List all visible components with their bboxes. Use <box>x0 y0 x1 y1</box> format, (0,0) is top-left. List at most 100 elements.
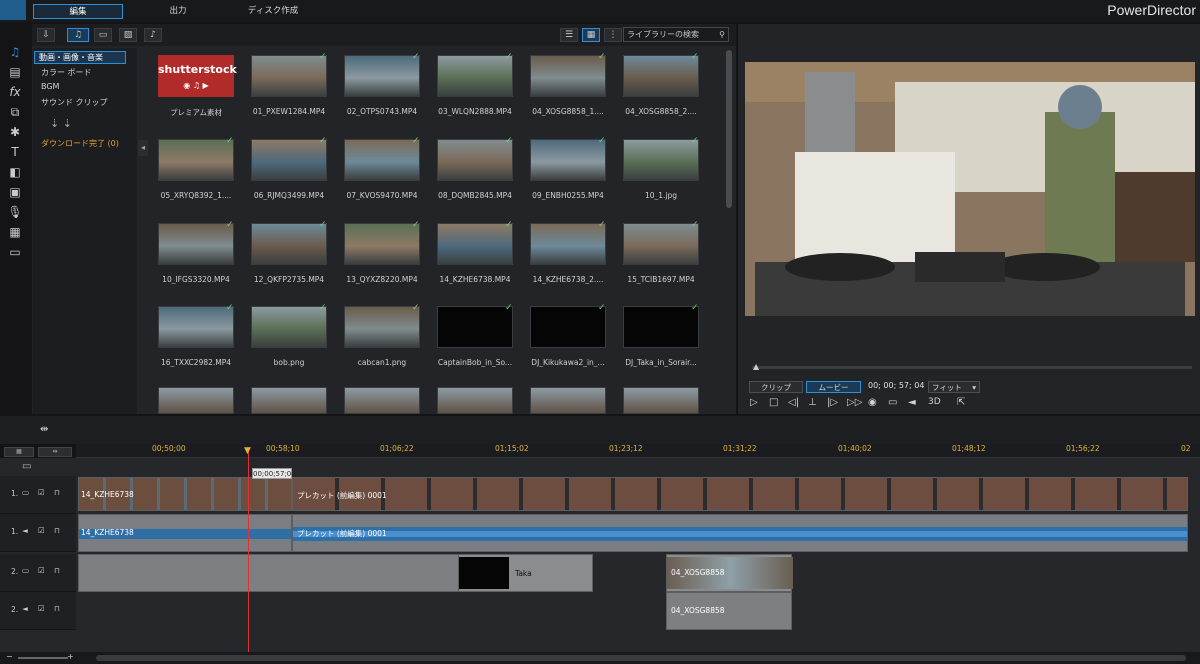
media-thumbnail[interactable] <box>623 306 699 348</box>
timeline-scrollbar[interactable] <box>96 655 1186 661</box>
media-thumbnail[interactable] <box>437 223 513 265</box>
category-media[interactable]: 動画・画像・音楽 <box>34 51 126 64</box>
track-lock-icon[interactable]: ⊓ <box>54 488 60 497</box>
media-thumbnail[interactable] <box>530 223 606 265</box>
zoom-out-icon[interactable]: − <box>6 652 13 661</box>
title-icon[interactable]: T <box>6 144 24 160</box>
media-thumbnail[interactable] <box>251 306 327 348</box>
media-thumbnail[interactable] <box>158 306 234 348</box>
list-view-icon[interactable]: ☰ <box>560 28 578 42</box>
media-thumbnail[interactable] <box>623 223 699 265</box>
track-lock-icon[interactable]: ⊓ <box>54 604 60 613</box>
filter-image-icon[interactable]: ▧ <box>119 28 137 42</box>
audio-clip-a1b[interactable]: プレカット (前編集) 0001 <box>292 514 1188 552</box>
media-thumbnail[interactable] <box>437 387 513 414</box>
media-thumbnail[interactable] <box>530 306 606 348</box>
media-room-icon[interactable]: ♫ <box>6 44 24 60</box>
category-colorboard[interactable]: カラー ボード <box>41 67 92 78</box>
media-thumbnail[interactable] <box>251 387 327 414</box>
media-thumbnail[interactable]: shutterstock ◉ ♫ ▶ <box>158 55 237 97</box>
video-clip-taka[interactable]: Taka <box>458 554 593 592</box>
media-thumbnail[interactable] <box>251 55 327 97</box>
snapshot-icon[interactable]: ◉ <box>868 397 877 408</box>
collapse-panel-icon[interactable]: ◂ <box>138 140 148 156</box>
subtitle-preview-icon[interactable]: ▭ <box>888 397 897 408</box>
particle-icon[interactable]: ✱ <box>6 124 24 140</box>
prev-frame-icon[interactable]: ◁| <box>788 397 799 408</box>
media-thumbnail[interactable] <box>530 387 606 414</box>
library-search-input[interactable]: ライブラリーの検索 ⚲ <box>623 27 729 42</box>
track-lock-icon[interactable]: ⊓ <box>54 526 60 535</box>
filter-video-icon[interactable]: ▭ <box>94 28 112 42</box>
category-sound-clip[interactable]: サウンド クリップ <box>41 97 108 108</box>
preview-seekbar[interactable] <box>752 366 1192 369</box>
media-thumbnail[interactable] <box>344 223 420 265</box>
transition-icon[interactable]: ◧ <box>6 164 24 180</box>
media-thumbnail[interactable] <box>530 55 606 97</box>
tab-edit[interactable]: 編集 <box>33 4 123 19</box>
fx-icon[interactable]: fx <box>6 84 24 100</box>
category-bgm[interactable]: BGM <box>41 82 59 91</box>
media-filter-all-icon[interactable]: ♫ <box>67 28 89 42</box>
track-enable-checkbox[interactable]: ☑ <box>38 604 45 613</box>
import-icon[interactable]: ⇩ <box>37 28 55 42</box>
video-clip-v1a[interactable]: 14_KZHE6738 <box>78 477 292 511</box>
movie-mode-button[interactable]: ムービー <box>806 381 861 393</box>
filter-audio-icon[interactable]: ♪ <box>144 28 162 42</box>
marker-icon[interactable]: ▭ <box>22 461 31 472</box>
chapter-icon[interactable]: ▦ <box>6 224 24 240</box>
media-thumbnail[interactable] <box>623 387 699 414</box>
track-lock-icon[interactable]: ⊓ <box>54 566 60 575</box>
playhead-handle-icon[interactable]: ▼ <box>244 446 251 456</box>
zoom-in-icon[interactable]: + <box>67 652 74 661</box>
next-frame-icon[interactable]: |▷ <box>827 397 838 408</box>
track-enable-checkbox[interactable]: ☑ <box>38 488 45 497</box>
volume-icon[interactable]: ◄ <box>908 397 916 408</box>
fit-timeline-icon[interactable]: ⇹ <box>40 424 48 435</box>
grid-view-icon[interactable]: ▦ <box>582 28 600 42</box>
media-thumbnail[interactable] <box>530 139 606 181</box>
playhead[interactable] <box>248 448 249 654</box>
storyboard-icon[interactable]: ⇹ <box>38 447 72 457</box>
media-thumbnail[interactable] <box>344 306 420 348</box>
media-thumbnail[interactable] <box>158 139 234 181</box>
audio-mix-icon[interactable]: ▣ <box>6 184 24 200</box>
media-thumbnail[interactable] <box>158 387 234 414</box>
audio-clip-a1a[interactable]: 14_KZHE6738 <box>78 514 292 552</box>
pip-icon[interactable]: ⧉ <box>6 104 24 120</box>
media-thumbnail[interactable] <box>437 139 513 181</box>
undock-icon[interactable]: ⇱ <box>957 397 965 408</box>
media-thumbnail[interactable] <box>623 139 699 181</box>
play-icon[interactable]: ▷ <box>750 397 758 408</box>
subtitle-icon[interactable]: ▭ <box>6 244 24 260</box>
media-thumbnail[interactable] <box>251 223 327 265</box>
clip-mode-button[interactable]: クリップ <box>749 381 803 393</box>
timeline-view-icon[interactable]: ▦ <box>4 447 34 457</box>
stop-icon[interactable]: □ <box>769 397 778 408</box>
track-enable-checkbox[interactable]: ☑ <box>38 566 45 575</box>
zoom-slider[interactable] <box>18 657 68 659</box>
media-thumbnail[interactable] <box>623 55 699 97</box>
media-thumbnail[interactable] <box>344 55 420 97</box>
media-thumbnail[interactable] <box>437 306 513 348</box>
library-scrollbar[interactable] <box>726 50 732 208</box>
fit-dropdown[interactable]: フィット ▾ <box>928 381 980 393</box>
mode-3d-button[interactable]: 3D <box>928 397 941 407</box>
media-thumbnail[interactable] <box>437 55 513 97</box>
video-clip-v1b[interactable]: プレカット (前編集) 0001 <box>292 477 1188 511</box>
track-enable-checkbox[interactable]: ☑ <box>38 526 45 535</box>
media-thumbnail[interactable] <box>344 387 420 414</box>
microphone-icon[interactable]: 🎙 <box>6 204 24 220</box>
audio-clip-xosg[interactable]: 04_XOSG8858 <box>666 592 792 630</box>
fast-forward-icon[interactable]: ▷▷ <box>847 397 862 408</box>
media-thumbnail[interactable] <box>251 139 327 181</box>
video-clip-xosg[interactable]: 04_XOSG8858 <box>666 554 793 592</box>
tab-disc[interactable]: ディスク作成 <box>230 4 316 19</box>
title-list-icon[interactable]: ▤ <box>6 64 24 80</box>
media-thumbnail[interactable] <box>344 139 420 181</box>
download-icon[interactable]: ⇣ ⇣ <box>50 117 72 130</box>
small-grid-icon[interactable]: ⋮ <box>604 28 622 42</box>
tab-output[interactable]: 出力 <box>135 4 221 19</box>
seek-handle-icon[interactable]: ▲ <box>753 362 759 371</box>
split-icon[interactable]: ⊥ <box>808 397 817 408</box>
